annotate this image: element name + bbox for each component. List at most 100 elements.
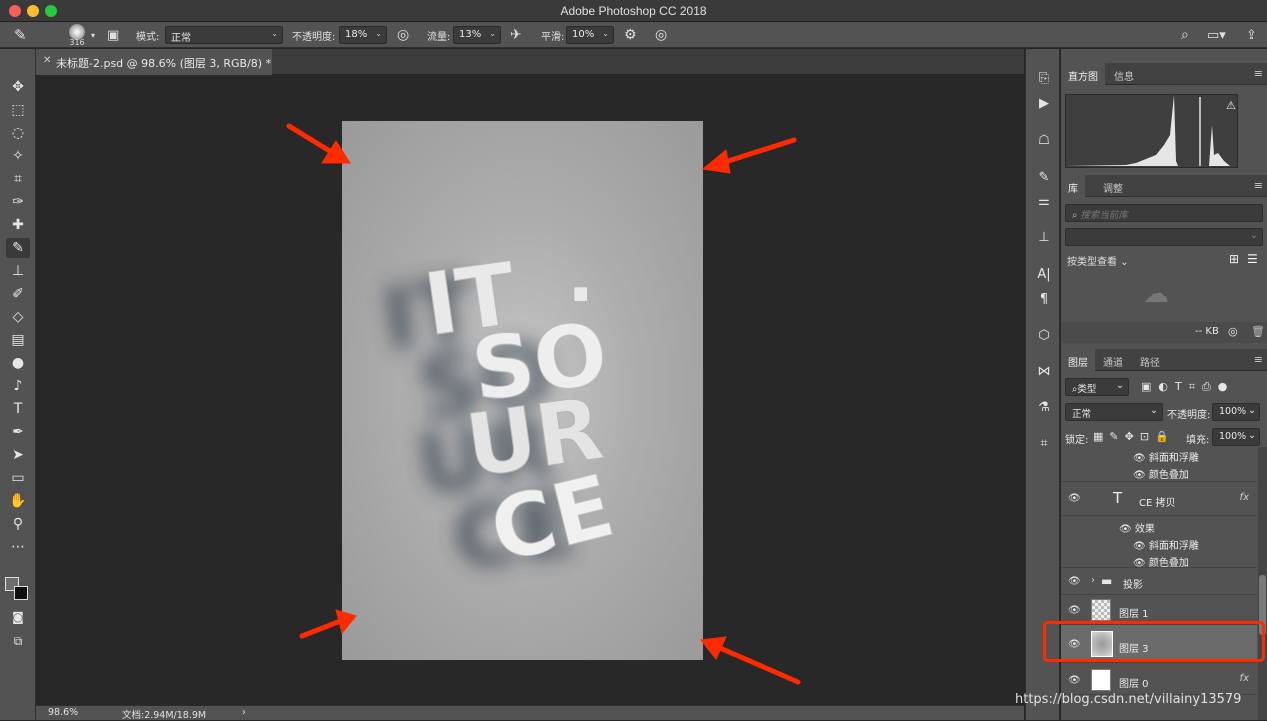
layer-name: 投影 <box>1123 580 1143 591</box>
collapsed-panels-column: ⎘ ▶ ☖ ✎ ⚌ ⊥ A| ¶ ⬡ ⋈ ⚗ ⌗ <box>1025 49 1060 720</box>
chevron-down-icon: ⌄ <box>1120 257 1129 268</box>
lock-all-icon[interactable]: 🔒 <box>1155 430 1175 443</box>
layer-opacity-input[interactable]: 100% ⌄ <box>1212 403 1260 421</box>
layers-list: 👁 斜面和浮雕 👁 颜色叠加 👁 T CE 拷贝 fx 👁 效果 👁 斜面和浮雕… <box>1061 447 1257 720</box>
eye-icon[interactable]: 👁 <box>1068 493 1081 504</box>
crop-panel-icon[interactable]: ⌗ <box>1033 436 1055 454</box>
paragraph-panel-icon[interactable]: ¶ <box>1033 292 1055 310</box>
tab-layers[interactable]: 图层 <box>1061 349 1095 371</box>
eye-icon[interactable]: 👁 <box>1068 605 1081 616</box>
effect-bevel-label: 斜面和浮雕 <box>1148 541 1199 552</box>
layers-scrollbar[interactable] <box>1258 447 1267 720</box>
brush-settings-panel-icon[interactable]: ⚌ <box>1033 194 1055 212</box>
layer-filter-icons[interactable]: ▣◐T⌗⎙● <box>1141 380 1234 394</box>
blend-mode-select[interactable]: 正常 ⌄ <box>1065 403 1163 421</box>
layer-filter-label: 类型 <box>1077 384 1097 395</box>
library-view-dropdown[interactable]: 按类型查看 ⌄ <box>1067 253 1129 268</box>
tab-channels[interactable]: 通道 <box>1096 349 1130 371</box>
lock-transparent-icon[interactable]: ▦ <box>1093 430 1109 443</box>
arrow-bottom-right <box>717 645 801 685</box>
layer-row-ce-copy[interactable]: 👁 T CE 拷贝 fx <box>1061 481 1257 516</box>
eye-icon[interactable]: 👁 <box>1068 576 1081 587</box>
eye-icon[interactable]: 👁 <box>1133 470 1146 481</box>
zoom-level[interactable]: 98.6% <box>48 707 78 718</box>
history-panel-icon[interactable]: ⎘ <box>1033 71 1055 89</box>
lock-position-icon[interactable]: ✥ <box>1125 430 1140 443</box>
status-bar: 98.6% 文档:2.94M/18.9M › <box>36 705 1024 721</box>
arrow-top-right <box>719 137 797 166</box>
actions-play-icon[interactable]: ▶ <box>1033 96 1055 114</box>
lock-pixels-icon[interactable]: ✎ <box>1109 430 1124 443</box>
effect-item[interactable]: 👁 斜面和浮雕 <box>1133 537 1199 552</box>
histogram-plot: ⚠ <box>1066 95 1236 166</box>
clone-source-icon[interactable]: ⊥ <box>1033 230 1055 248</box>
layers-panel-header: 图层 通道 路径 ≡ <box>1061 349 1267 371</box>
chevron-down-icon: ⌄ <box>1248 430 1256 441</box>
layer-row-layer-0[interactable]: 👁 图层 0 fx <box>1061 665 1257 695</box>
brush-panel-icon[interactable]: ✎ <box>1033 170 1055 188</box>
shape-filter-icon[interactable]: ⌗ <box>1189 380 1202 393</box>
tab-histogram[interactable]: 直方图 <box>1061 63 1105 85</box>
3d-panel-icon[interactable]: ⬡ <box>1033 328 1055 346</box>
fx-icon[interactable]: fx <box>1240 673 1249 684</box>
chevron-right-icon[interactable]: › <box>1091 575 1095 586</box>
character-panel-icon[interactable]: A| <box>1033 267 1055 285</box>
library-search-input[interactable]: ⌕ 搜索当前库 <box>1065 204 1263 222</box>
right-panels: 直方图 信息 ≡ ⚠ 库 调整 ≡ ⌕ 搜索当前库 ⌄ 按类型查看 ⌄ ⊞ ☰ … <box>1061 49 1267 720</box>
tab-library[interactable]: 库 <box>1061 175 1085 197</box>
adjustment-filter-icon[interactable]: ◐ <box>1158 380 1175 393</box>
lock-artboard-icon[interactable]: ⊡ <box>1140 430 1155 443</box>
filter-toggle-icon[interactable]: ● <box>1218 380 1235 393</box>
tab-info[interactable]: 信息 <box>1107 63 1141 85</box>
chevron-down-icon: ⌄ <box>1116 380 1124 391</box>
pixel-filter-icon[interactable]: ▣ <box>1141 380 1158 393</box>
fill-input[interactable]: 100% ⌄ <box>1212 428 1260 446</box>
trash-icon[interactable]: 🗑 <box>1251 325 1265 338</box>
panel-menu-icon[interactable]: ≡ <box>1254 179 1263 192</box>
effects-group[interactable]: 👁 效果 <box>1119 520 1155 535</box>
eye-icon[interactable]: 👁 <box>1119 524 1132 535</box>
properties-panel-icon[interactable]: ⋈ <box>1033 364 1055 382</box>
status-menu-arrow[interactable]: › <box>242 707 246 718</box>
effect-item[interactable]: 👁 斜面和浮雕 <box>1133 449 1199 464</box>
chevron-down-icon: ⌄ <box>1250 230 1258 241</box>
chevron-down-icon: ⌄ <box>1248 405 1256 416</box>
document-size: 文档:2.94M/18.9M <box>122 710 207 721</box>
type-filter-icon[interactable]: T <box>1175 380 1189 393</box>
panel-menu-icon[interactable]: ≡ <box>1254 353 1263 366</box>
library-size: -- KB <box>1195 326 1219 337</box>
warning-icon[interactable]: ⚠ <box>1226 99 1236 112</box>
lock-label: 锁定: <box>1065 435 1089 446</box>
effects-label: 效果 <box>1134 524 1155 535</box>
layer-row-group[interactable]: 👁 › ▬ 投影 <box>1061 567 1257 595</box>
fx-icon[interactable]: fx <box>1240 492 1249 503</box>
histogram-graph: ⚠ <box>1065 94 1238 168</box>
tab-adjustments[interactable]: 调整 <box>1096 175 1130 197</box>
library-select[interactable]: ⌄ <box>1065 228 1263 246</box>
layer-highlight-annotation <box>1043 621 1265 662</box>
fill-label: 填充: <box>1186 435 1210 446</box>
eye-icon[interactable]: 👁 <box>1133 453 1146 464</box>
eye-icon[interactable]: 👁 <box>1068 675 1081 686</box>
timeline-panel-icon[interactable]: ⚗ <box>1033 400 1055 418</box>
effect-color-overlay-label: 颜色叠加 <box>1148 470 1189 481</box>
cc-sync-icon[interactable]: ◎ <box>1228 325 1238 338</box>
search-icon: ⌕ <box>1072 210 1078 221</box>
smart-filter-icon[interactable]: ⎙ <box>1202 380 1218 393</box>
layer-opacity-value: 100% <box>1219 406 1247 417</box>
layer-thumbnail <box>1091 599 1111 621</box>
tab-paths[interactable]: 路径 <box>1133 349 1167 371</box>
chevron-down-icon: ⌄ <box>1150 405 1158 416</box>
library-panel-header: 库 调整 ≡ <box>1061 175 1267 197</box>
panel-menu-icon[interactable]: ≡ <box>1254 67 1263 80</box>
eye-icon[interactable]: 👁 <box>1133 541 1146 552</box>
lock-icons[interactable]: ▦✎✥⊡🔒 <box>1093 430 1175 443</box>
list-view-icon[interactable]: ☰ <box>1247 252 1258 266</box>
effect-item[interactable]: 👁 颜色叠加 <box>1133 466 1189 481</box>
arrow-bottom-left-head <box>335 609 357 635</box>
grid-view-icon[interactable]: ⊞ <box>1229 252 1239 266</box>
layer-filter-select[interactable]: ⌕类型 ⌄ <box>1065 378 1129 396</box>
layer-name: 图层 1 <box>1119 609 1149 620</box>
histogram-panel-header: 直方图 信息 ≡ <box>1061 63 1267 85</box>
learn-panel-icon[interactable]: ☖ <box>1033 133 1055 151</box>
